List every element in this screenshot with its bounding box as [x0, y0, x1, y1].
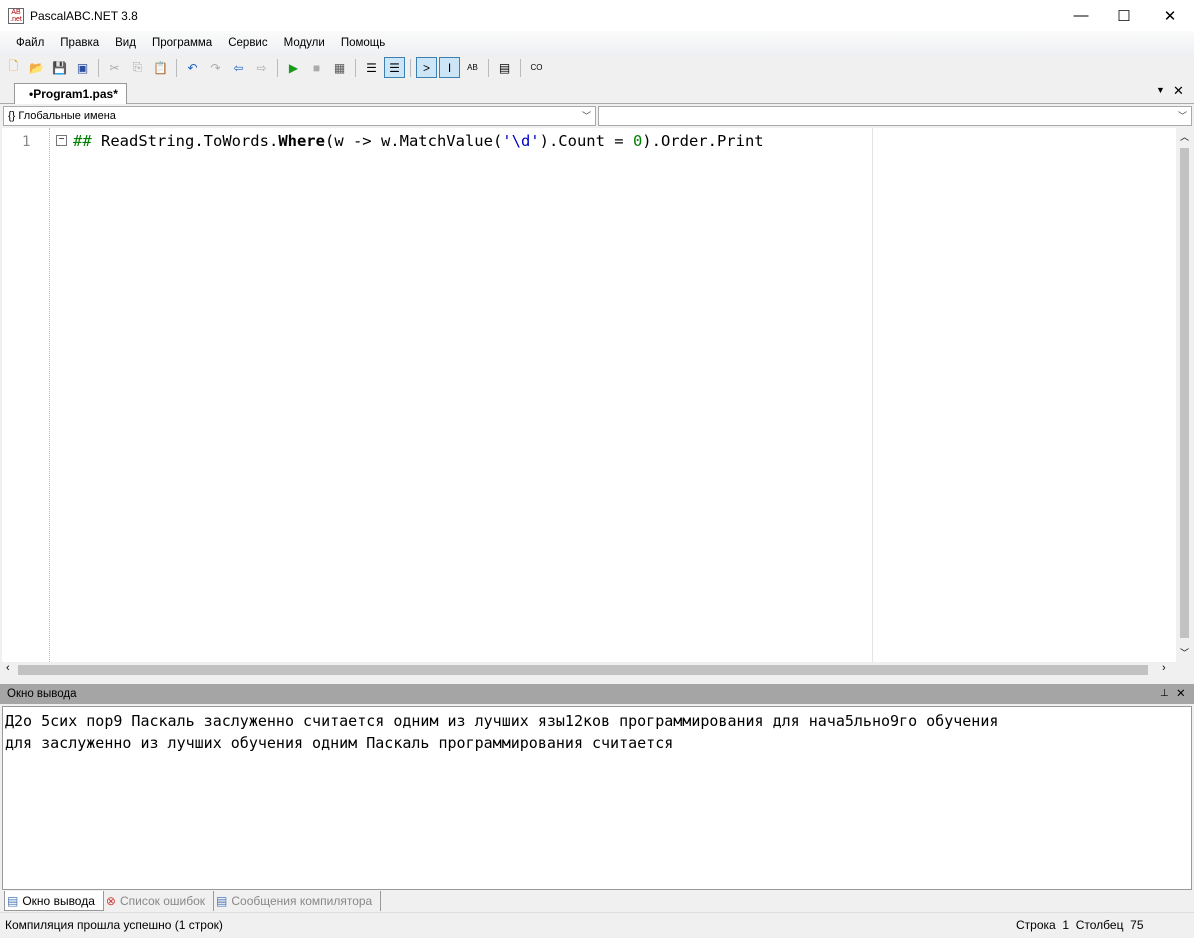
menu-view[interactable]: Вид	[107, 37, 144, 49]
text-cursor-icon[interactable]: I	[439, 57, 460, 78]
output-panel-title: Окно вывода	[7, 688, 77, 700]
navigation-combos: {} Глобальные имена ﹀ ﹀	[0, 105, 1194, 127]
code-text: ).Count =	[539, 132, 633, 150]
scroll-up-icon[interactable]: ︿	[1180, 130, 1189, 143]
code-editor[interactable]: 1 − ## ReadString.ToWords.Where(w -> w.M…	[2, 128, 1176, 662]
cut-icon[interactable]: ✂	[104, 57, 125, 78]
braces-icon: {}	[8, 110, 16, 122]
code-number: 0	[632, 132, 643, 150]
menu-bar: Файл Правка Вид Программа Сервис Модули …	[0, 31, 1194, 55]
code-text: ).Order.Print	[642, 132, 764, 150]
code-hash: ##	[73, 132, 92, 150]
output-panel-header: Окно вывода ⊥ ✕	[0, 684, 1194, 704]
output-panel[interactable]: Д2о 5сих пор9 Паскаль заслуженно считает…	[2, 706, 1192, 890]
chevron-down-icon: ﹀	[1177, 111, 1187, 121]
tab-list-dropdown[interactable]: ▼	[1156, 85, 1165, 95]
separator	[410, 58, 411, 77]
separator	[277, 58, 278, 77]
horizontal-scroll-thumb[interactable]	[18, 665, 1148, 675]
window-title: PascalABC.NET 3.8	[30, 8, 138, 23]
tab-error-list[interactable]: ⊗ Список ошибок	[104, 891, 215, 911]
output-close-button[interactable]: ✕	[1176, 684, 1186, 704]
menu-service[interactable]: Сервис	[220, 37, 275, 49]
bottom-tabs: ▤ Окно вывода ⊗ Список ошибок ▤ Сообщения к…	[0, 890, 1194, 912]
compiler-messages-icon: ▤	[216, 894, 228, 908]
fold-toggle-icon[interactable]: −	[56, 135, 67, 146]
abc-icon[interactable]: AB	[462, 57, 483, 78]
vertical-scrollbar[interactable]: ︿ ﹀	[1176, 128, 1193, 662]
minimize-button[interactable]: —	[1058, 0, 1104, 31]
close-button[interactable]: ✕	[1147, 0, 1193, 31]
pin-icon[interactable]: ⊥	[1160, 684, 1169, 704]
page-icon[interactable]: ▤	[494, 57, 515, 78]
tab-close-button[interactable]: ✕	[1173, 83, 1184, 99]
row-value: 1	[1062, 918, 1070, 932]
code-text: ReadString.ToWords.	[91, 132, 279, 150]
debug-icon[interactable]: ▦	[329, 57, 350, 78]
tab-label: Список ошибок	[119, 894, 206, 908]
horizontal-scrollbar[interactable]: ‹ ›	[2, 662, 1176, 678]
title-bar: AB .net PascalABC.NET 3.8 — ☐ ✕	[0, 0, 1194, 31]
scroll-right-icon[interactable]: ›	[1162, 662, 1166, 674]
menu-program[interactable]: Программа	[144, 37, 220, 49]
app-icon: AB .net	[8, 7, 24, 24]
line-number: 1	[22, 134, 31, 150]
column-value: 75	[1130, 918, 1144, 932]
console-icon[interactable]: >	[416, 57, 437, 78]
code-text: (w -> w.MatchValue(	[324, 132, 503, 150]
separator	[520, 58, 521, 77]
open-folder-icon[interactable]: 📂	[26, 57, 47, 78]
scope-combo[interactable]: {} Глобальные имена ﹀	[3, 106, 596, 126]
error-list-icon: ⊗	[105, 894, 116, 908]
code-string: '\d'	[502, 132, 540, 150]
separator	[176, 58, 177, 77]
tab-compiler-messages[interactable]: ▤ Сообщения компилятора	[214, 891, 382, 911]
maximize-button[interactable]: ☐	[1101, 0, 1147, 31]
undo-icon[interactable]: ↶	[182, 57, 203, 78]
navigate-back-icon[interactable]: ⇦	[228, 57, 249, 78]
row-label: Строка	[1016, 918, 1056, 932]
separator	[355, 58, 356, 77]
menu-modules[interactable]: Модули	[276, 37, 333, 49]
tab-program1[interactable]: •Program1.pas*	[14, 83, 127, 104]
new-file-icon[interactable]: 🗋	[3, 57, 24, 78]
tab-label: Сообщения компилятора	[231, 894, 373, 908]
member-combo[interactable]: ﹀	[598, 106, 1192, 126]
right-margin-line	[872, 128, 873, 662]
paste-icon[interactable]: 📋	[150, 57, 171, 78]
menu-file[interactable]: Файл	[8, 37, 52, 49]
scroll-down-icon[interactable]: ﹀	[1180, 646, 1189, 659]
copy-icon[interactable]: ⎘	[127, 57, 148, 78]
navigate-forward-icon[interactable]: ⇨	[251, 57, 272, 78]
redo-icon[interactable]: ↷	[205, 57, 226, 78]
run-icon[interactable]: ▶	[283, 57, 304, 78]
column-label: Столбец	[1075, 918, 1124, 932]
menu-help[interactable]: Помощь	[333, 37, 393, 49]
output-icon: ▤	[7, 893, 19, 908]
scope-value: Глобальные имена	[18, 110, 116, 122]
tab-output[interactable]: ▤ Окно вывода	[4, 891, 104, 911]
chevron-down-icon: ﹀	[581, 111, 591, 121]
code-keyword: Where	[278, 132, 325, 150]
vertical-scroll-thumb[interactable]	[1180, 148, 1189, 638]
menu-edit[interactable]: Правка	[52, 37, 107, 49]
toolbar: 🗋 📂 💾 ▣ ✂ ⎘ 📋 ↶ ↷ ⇦ ⇨ ▶ ■ ▦ ☰ ☰ > I AB ▤…	[0, 55, 1194, 80]
output-panel-icon[interactable]: ☰	[384, 57, 405, 78]
status-bar: Компиляция прошла успешно (1 строк) Стро…	[0, 912, 1194, 937]
save-all-icon[interactable]: ▣	[72, 57, 93, 78]
scroll-left-icon[interactable]: ‹	[6, 662, 10, 674]
status-message: Компиляция прошла успешно (1 строк)	[5, 918, 223, 932]
save-icon[interactable]: 💾	[49, 57, 70, 78]
output-line: для заслуженно из лучших обучения одним …	[5, 734, 674, 752]
format-icon[interactable]: ☰	[361, 57, 382, 78]
document-tabs: •Program1.pas* ▼ ✕	[0, 81, 1194, 104]
stop-icon[interactable]: ■	[306, 57, 327, 78]
code-icon[interactable]: CO	[526, 57, 547, 78]
line-gutter: 1	[2, 128, 50, 662]
output-line: Д2о 5сих пор9 Паскаль заслуженно считает…	[5, 712, 999, 730]
separator	[98, 58, 99, 77]
separator	[488, 58, 489, 77]
tab-label: Окно вывода	[22, 893, 95, 908]
code-line[interactable]: ## ReadString.ToWords.Where(w -> w.Match…	[73, 132, 764, 150]
